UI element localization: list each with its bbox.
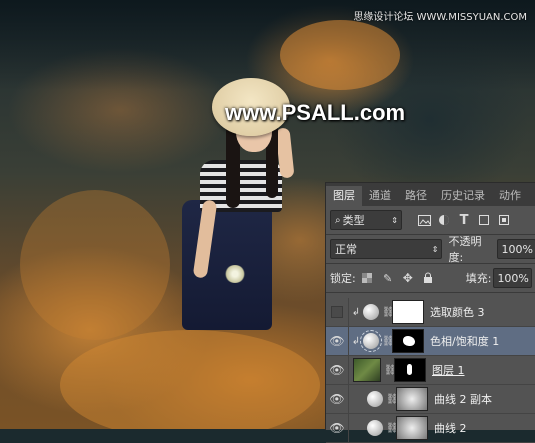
fill-input[interactable]: 100% — [493, 268, 533, 288]
lock-all-icon[interactable] — [420, 270, 436, 286]
panel-tabs: 图层 通道 路径 历史记录 动作 — [326, 183, 535, 206]
layer-row-selected[interactable]: 👁 ↲ ⛓ 色相/饱和度 1 — [326, 327, 535, 356]
eye-icon: 👁 — [329, 421, 345, 435]
lock-paint-icon[interactable]: ✎ — [380, 270, 396, 286]
tab-history[interactable]: 历史记录 — [434, 186, 492, 206]
layer-name[interactable]: 图层 1 — [432, 362, 465, 378]
flower-bouquet — [224, 265, 246, 283]
opacity-label: 不透明度: — [448, 235, 482, 264]
search-icon: ⌕ — [335, 214, 341, 226]
autumn-foliage — [60, 330, 320, 429]
link-chain-icon: ⛓ — [384, 364, 397, 376]
blend-mode-select[interactable]: 正常 ⇕ — [330, 239, 443, 259]
eye-icon: 👁 — [329, 334, 345, 348]
watermark-text: www.PSALL.com — [225, 100, 406, 125]
filter-label: 类型 — [342, 214, 365, 227]
lock-row: 锁定: ✎ ✥ 填充: 100% — [326, 264, 535, 292]
blend-row: 正常 ⇕ 不透明度: 100% — [326, 235, 535, 264]
clipping-arrow-icon: ↲ — [351, 306, 361, 318]
shape-filter-icon[interactable] — [476, 212, 492, 228]
layer-name[interactable]: 色相/饱和度 1 — [430, 333, 499, 349]
layer-name[interactable]: 曲线 2 副本 — [434, 391, 492, 407]
link-chain-icon: ⛓ — [386, 422, 399, 434]
opacity-input[interactable]: 100% — [497, 239, 535, 259]
adjustment-layer-icon — [363, 304, 379, 320]
filter-row: ⌕ 类型 ⇕ T — [326, 206, 535, 234]
layers-panel: 图层 通道 路径 历史记录 动作 ⌕ 类型 ⇕ T 正常 ⇕ 不透明度: 100… — [325, 182, 535, 443]
fill-value: 100% — [497, 271, 529, 285]
lock-move-icon[interactable]: ✥ — [400, 270, 416, 286]
layer-row[interactable]: ↲ ⛓ 选取颜色 3 — [326, 298, 535, 327]
visibility-toggle[interactable]: 👁 — [326, 385, 349, 413]
layer-row[interactable]: 👁 ⛓ 图层 1 — [326, 356, 535, 385]
opacity-value: 100% — [501, 242, 533, 256]
layer-name[interactable]: 曲线 2 — [434, 420, 467, 436]
lock-transparent-icon[interactable] — [360, 270, 376, 286]
layer-mask-thumbnail[interactable] — [392, 329, 424, 353]
tab-channels[interactable]: 通道 — [362, 186, 398, 206]
chevron-updown-icon: ⇕ — [431, 244, 439, 254]
tab-layers[interactable]: 图层 — [326, 186, 362, 206]
link-chain-icon: ⛓ — [382, 335, 395, 347]
tab-actions[interactable]: 动作 — [492, 186, 528, 206]
layer-thumbnail[interactable] — [353, 358, 381, 382]
visibility-toggle[interactable] — [326, 298, 349, 326]
layer-mask-thumbnail[interactable] — [396, 387, 428, 411]
corner-watermark: 思缘设计论坛 WWW.MISSYUAN.COM — [353, 12, 527, 23]
visibility-toggle[interactable]: 👁 — [326, 327, 349, 355]
eye-icon: 👁 — [329, 363, 345, 377]
adjustment-layer-icon — [367, 420, 383, 436]
autumn-foliage — [20, 190, 170, 340]
layer-name[interactable]: 选取颜色 3 — [430, 304, 485, 320]
fill-label: 填充: — [465, 272, 492, 285]
layer-mask-thumbnail[interactable] — [394, 358, 426, 382]
visibility-toggle[interactable]: 👁 — [326, 356, 349, 384]
divider — [326, 292, 535, 293]
lock-label: 锁定: — [330, 272, 356, 285]
clipping-arrow-icon: ↲ — [351, 335, 361, 347]
layer-mask-thumbnail[interactable] — [396, 416, 428, 440]
chevron-updown-icon: ⇕ — [391, 215, 398, 225]
layer-row[interactable]: 👁 ⛓ 曲线 2 副本 — [326, 385, 535, 414]
layer-filter-select[interactable]: ⌕ 类型 ⇕ — [330, 210, 402, 230]
adjustment-filter-icon[interactable] — [436, 212, 452, 228]
smart-object-filter-icon[interactable] — [496, 212, 512, 228]
layer-mask-thumbnail[interactable] — [392, 300, 424, 324]
layers-list: ↲ ⛓ 选取颜色 3 👁 ↲ ⛓ 色相/饱和度 1 👁 ⛓ 图层 1 👁 ⛓ 曲… — [326, 298, 535, 443]
eye-icon: 👁 — [329, 392, 345, 406]
adjustment-layer-icon — [360, 330, 382, 352]
link-chain-icon: ⛓ — [382, 306, 395, 318]
autumn-foliage — [280, 20, 400, 90]
type-filter-icon[interactable]: T — [456, 212, 472, 228]
hidden-eye-icon — [331, 306, 343, 318]
link-chain-icon: ⛓ — [386, 393, 399, 405]
visibility-toggle[interactable]: 👁 — [326, 414, 349, 442]
image-filter-icon[interactable] — [416, 212, 432, 228]
tab-paths[interactable]: 路径 — [398, 186, 434, 206]
adjustment-layer-icon — [367, 391, 383, 407]
blend-mode-value: 正常 — [335, 243, 357, 256]
